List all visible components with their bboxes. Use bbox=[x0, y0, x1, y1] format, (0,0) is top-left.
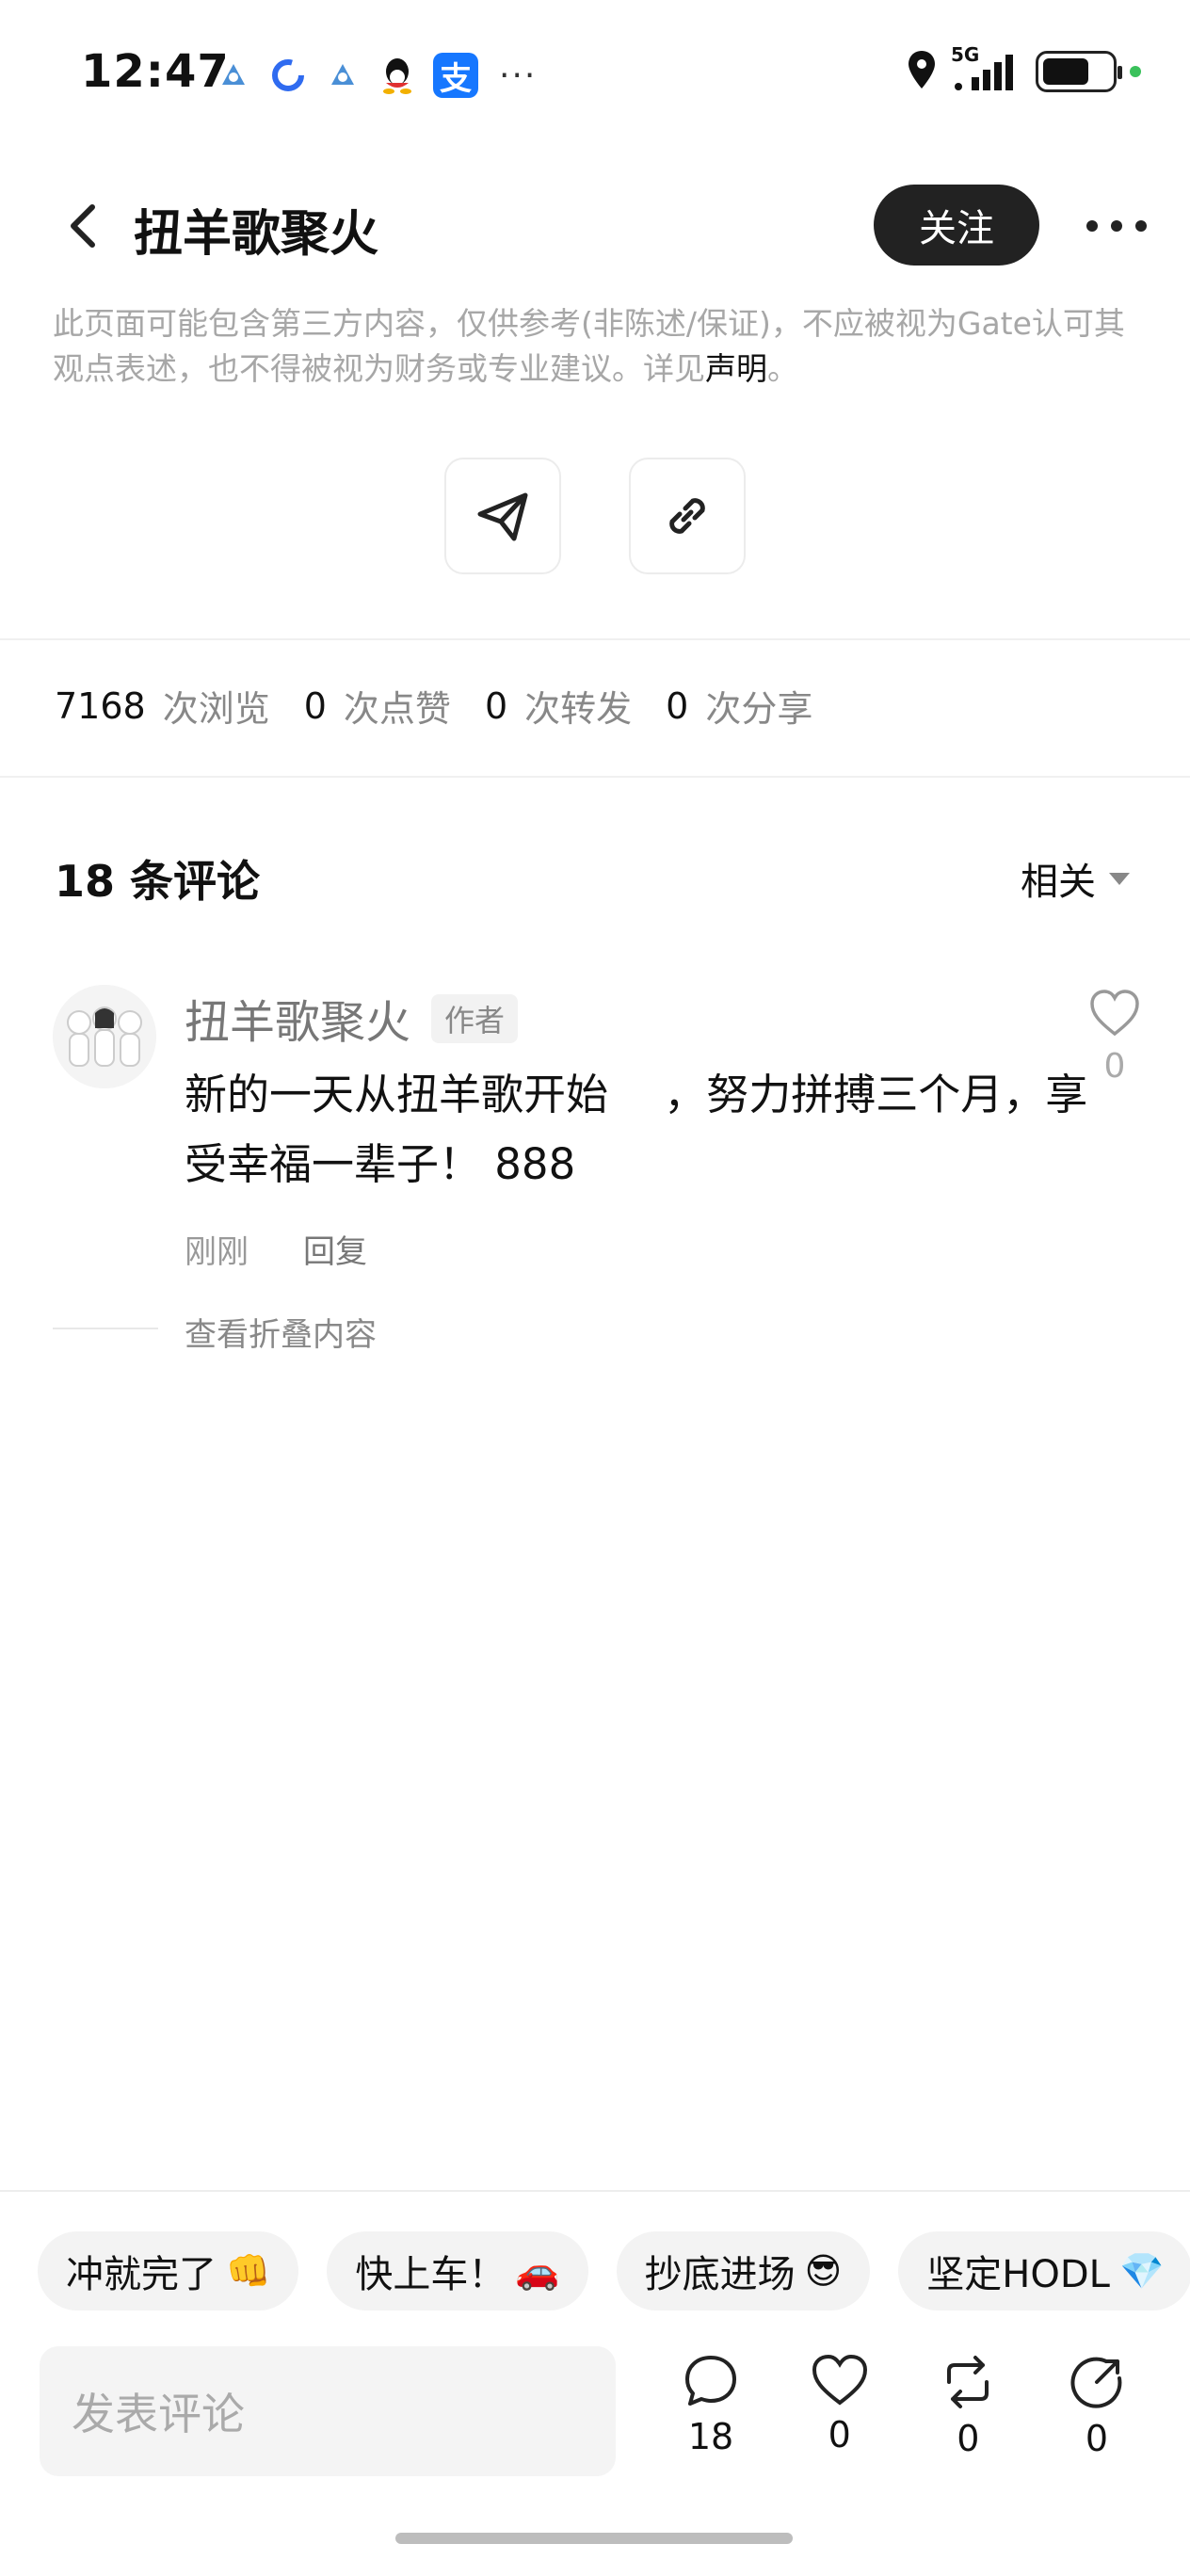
comment-bubble-icon bbox=[685, 2356, 736, 2406]
comments-heading: 18 条评论 bbox=[55, 856, 261, 907]
alipay-icon: 支 bbox=[433, 53, 478, 98]
disclaimer: 此页面可能包含第三方内容，仅供参考(非陈述/保证)，不应被视为Gate认可其观点… bbox=[53, 301, 1135, 392]
page-title: 扭羊歌聚火 bbox=[134, 206, 379, 263]
privacy-indicator-icon bbox=[1130, 66, 1141, 77]
comment-author[interactable]: 扭羊歌聚火 bbox=[185, 985, 410, 1051]
home-indicator[interactable] bbox=[395, 2533, 793, 2544]
copy-link-button[interactable] bbox=[629, 458, 746, 574]
divider bbox=[0, 776, 1190, 778]
likes-label: 次点赞 bbox=[343, 688, 451, 730]
page-header: 扭羊歌聚火 关注 bbox=[0, 169, 1190, 282]
view-folded-button[interactable]: 查看折叠内容 bbox=[185, 1309, 377, 1355]
location-icon bbox=[906, 49, 938, 94]
status-time: 12:47 bbox=[81, 45, 230, 98]
caret-down-icon bbox=[1109, 872, 1130, 885]
repost-icon bbox=[947, 2356, 989, 2408]
comment-meta: 刚刚 回复 bbox=[185, 1226, 367, 1272]
back-arrow-icon[interactable] bbox=[56, 198, 113, 254]
quick-reply-chip[interactable]: 冲就完了 👊 bbox=[38, 2231, 299, 2310]
quick-reply-chip[interactable]: 抄底进场 😎 bbox=[616, 2231, 871, 2310]
reposts-count: 0 bbox=[484, 684, 508, 727]
sort-dropdown[interactable]: 相关 bbox=[1021, 851, 1130, 906]
reposts-label: 次转发 bbox=[524, 688, 633, 730]
quick-reply-chip[interactable]: 坚定HODL 💎 bbox=[898, 2231, 1190, 2310]
quick-reply-chip[interactable]: 快上车！ 🚗 bbox=[327, 2231, 588, 2310]
disclaimer-text: 此页面可能包含第三方内容，仅供参考(非陈述/保证)，不应被视为Gate认可其观点… bbox=[53, 305, 1125, 387]
quick-replies: 冲就完了 👊 快上车！ 🚗 抄底进场 😎 坚定HODL 💎 bbox=[38, 2231, 1190, 2310]
like-count: 0 bbox=[828, 2414, 851, 2455]
send-icon bbox=[477, 492, 528, 541]
comment-like-count: 0 bbox=[1103, 1047, 1126, 1086]
fist-emoji-icon: 👊 bbox=[226, 2249, 271, 2292]
post-stats: 7168 次浏览 0 次点赞 0 次转发 0 次分享 bbox=[55, 680, 846, 732]
loop-icon bbox=[269, 56, 307, 94]
divider bbox=[0, 2190, 1190, 2192]
views-label: 次浏览 bbox=[162, 688, 270, 730]
status-bar: 12:47 支 ··· 5G bbox=[0, 0, 1190, 151]
likes-count: 0 bbox=[303, 684, 327, 727]
chip-label: 坚定HODL bbox=[926, 2253, 1110, 2296]
sunglasses-emoji-icon: 😎 bbox=[804, 2250, 843, 2292]
signal-icon: 5G bbox=[951, 43, 1022, 94]
heart-icon bbox=[812, 2354, 867, 2406]
avatar[interactable] bbox=[53, 985, 156, 1088]
car-emoji-icon: 🚗 bbox=[515, 2249, 560, 2292]
share-button[interactable]: 0 bbox=[1054, 2354, 1139, 2459]
send-button[interactable] bbox=[444, 458, 561, 574]
comment-button[interactable]: 18 bbox=[668, 2354, 753, 2459]
qq-icon bbox=[378, 56, 416, 94]
like-button[interactable]: 0 bbox=[797, 2354, 882, 2459]
repost-count: 0 bbox=[957, 2418, 980, 2459]
follow-button[interactable]: 关注 bbox=[874, 185, 1039, 266]
shares-label: 次分享 bbox=[705, 688, 813, 730]
share-count: 0 bbox=[1085, 2418, 1109, 2459]
google-ads-icon bbox=[215, 56, 252, 94]
share-icon bbox=[1070, 2357, 1122, 2408]
reply-button[interactable]: 回复 bbox=[303, 1226, 367, 1272]
diamond-emoji-icon: 💎 bbox=[1118, 2249, 1165, 2292]
comment-time: 刚刚 bbox=[185, 1233, 249, 1271]
chip-label: 抄底进场 bbox=[644, 2253, 796, 2296]
disclaimer-link[interactable]: 声明 bbox=[705, 350, 767, 387]
sort-label: 相关 bbox=[1021, 861, 1096, 904]
chip-label: 冲就完了 bbox=[66, 2253, 217, 2296]
shares-count: 0 bbox=[666, 684, 689, 727]
google-ads-icon bbox=[324, 56, 362, 94]
views-count: 7168 bbox=[55, 684, 146, 727]
link-icon bbox=[669, 498, 705, 534]
fold-divider bbox=[53, 1328, 158, 1329]
comment-text: 新的一天从扭羊歌开始 ，努力拼搏三个月，享受幸福一辈子！ 888 bbox=[185, 1070, 1088, 1189]
heart-icon bbox=[1090, 990, 1139, 1037]
chip-label: 快上车！ bbox=[355, 2253, 507, 2296]
repost-button[interactable]: 0 bbox=[925, 2354, 1010, 2459]
more-dots-icon: ··· bbox=[499, 56, 538, 95]
system-indicators: 5G bbox=[906, 43, 1141, 94]
disclaimer-end: 。 bbox=[767, 350, 798, 387]
more-options-icon[interactable] bbox=[1086, 207, 1147, 245]
comment-input[interactable]: 发表评论 bbox=[40, 2346, 616, 2476]
comment-count: 18 bbox=[687, 2416, 734, 2457]
notification-icons: 支 ··· bbox=[215, 53, 537, 98]
battery-icon bbox=[1036, 51, 1122, 92]
post-actions: 18 0 0 0 bbox=[659, 2354, 1149, 2459]
share-row bbox=[0, 458, 1190, 574]
divider bbox=[0, 638, 1190, 640]
comment-like-button[interactable]: 0 bbox=[1085, 989, 1145, 1086]
author-badge: 作者 bbox=[431, 994, 519, 1043]
